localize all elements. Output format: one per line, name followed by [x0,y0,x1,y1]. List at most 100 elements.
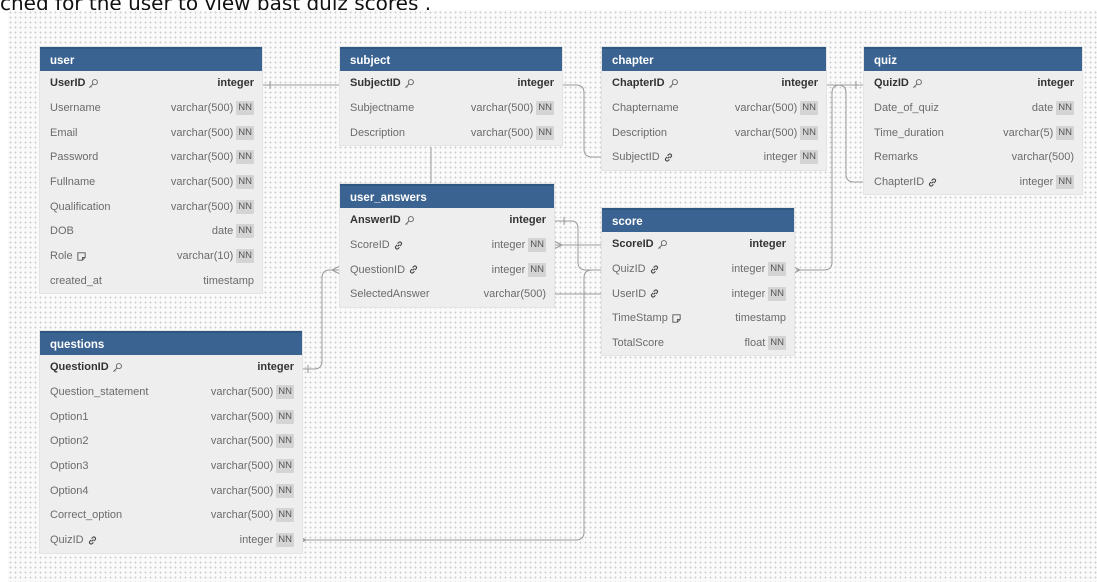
field-row[interactable]: Option1 varchar(500) NN [40,404,302,429]
field-type: varchar(5) NN [1003,125,1074,140]
field-row[interactable]: SubjectID integer NN [602,145,826,170]
field-row[interactable]: Qualification varchar(500) NN [40,194,262,219]
field-row[interactable]: Option2 varchar(500) NN [40,429,302,454]
field-row[interactable]: Fullname varchar(500) NN [40,170,262,195]
table-chapter[interactable]: chapter ChapterID integer Chaptername varcha… [602,47,826,170]
table-header[interactable]: subject [340,47,562,71]
field-row[interactable]: Option4 varchar(500) NN [40,478,302,503]
field-name-text: Qualification [50,200,111,213]
field-row[interactable]: TotalScore float NN [602,331,794,356]
field-row[interactable]: SelectedAnswer varchar(500) [340,282,554,307]
field-row[interactable]: QuestionID integer [40,355,302,380]
table-score[interactable]: score ScoreID integer QuizID integer NN UserID… [602,208,794,356]
not-null-badge: NN [276,459,294,474]
link-icon [663,152,674,163]
table-user[interactable]: user UserID integer Username varchar(500) NN E… [40,47,262,294]
link-icon [87,535,98,546]
field-row[interactable]: ChapterID integer NN [864,170,1082,195]
not-null-badge: NN [236,150,254,165]
field-name: SelectedAnswer [350,288,484,300]
field-row[interactable]: Subjectname varchar(500) NN [340,96,562,121]
field-row[interactable]: AnswerID integer [340,208,554,233]
field-row[interactable]: UserID integer [40,71,262,96]
table-user-answers[interactable]: user_answers AnswerID integer ScoreID intege… [340,184,554,307]
field-name: Remarks [874,151,1012,163]
field-type: integer NN [732,262,786,277]
field-name: Description [350,127,471,139]
table-header[interactable]: quiz [864,47,1082,71]
not-null-badge: NN [276,508,294,523]
field-type: varchar(500) NN [171,150,254,165]
field-row[interactable]: DOB date NN [40,219,262,244]
field-type-text: varchar(500) [170,102,234,115]
field-name-text: QuizID [874,77,909,90]
field-row[interactable]: Password varchar(500) NN [40,145,262,170]
field-type: varchar(10) NN [177,249,254,264]
table-questions[interactable]: questions QuestionID integer Question_state… [40,331,302,553]
field-row[interactable]: Username varchar(500) NN [40,96,262,121]
field-name: Correct_option [50,509,211,521]
field-name-text: Date_of_quiz [874,102,939,115]
field-row[interactable]: Time_duration varchar(5) NN [864,120,1082,145]
field-name: Username [50,102,171,114]
field-name: QuestionID [50,361,257,373]
field-row[interactable]: Email varchar(500) NN [40,120,262,145]
key-icon [404,78,415,89]
field-row[interactable]: created_at timestamp [40,269,262,294]
field-name: UserID [50,77,217,89]
field-row[interactable]: Role varchar(10) NN [40,244,262,269]
field-row[interactable]: QuestionID integer NN [340,257,554,282]
field-type-text: integer [731,287,766,300]
field-type-text: varchar(500) [210,410,274,423]
field-row[interactable]: Date_of_quiz date NN [864,96,1082,121]
not-null-badge: NN [528,238,546,253]
field-row[interactable]: Description varchar(500) NN [340,120,562,145]
field-row[interactable]: QuizID integer NN [602,257,794,282]
table-subject[interactable]: subject SubjectID integer Subjectname varcha… [340,47,562,146]
field-name-text: ChapterID [612,77,665,90]
field-row[interactable]: ChapterID integer [602,71,826,96]
field-type-text: varchar(500) [210,435,274,448]
field-type-text: varchar(500) [210,386,274,399]
field-row[interactable]: QuizID integer NN [40,528,302,553]
field-type: date NN [212,224,254,239]
field-name-text: Correct_option [50,509,123,522]
field-row[interactable]: UserID integer NN [602,281,794,306]
field-row[interactable]: Option3 varchar(500) NN [40,454,302,479]
field-row[interactable]: Question_statement varchar(500) NN [40,380,302,405]
field-name: ScoreID [350,239,492,251]
field-type: varchar(500) NN [211,508,294,523]
field-name: Fullname [50,176,171,188]
table-header[interactable]: user [40,47,262,71]
field-row[interactable]: Correct_option varchar(500) NN [40,503,302,528]
not-null-badge: NN [536,101,554,116]
field-type-text: varchar(5) [1003,126,1054,139]
field-row[interactable]: TimeStamp timestamp [602,306,794,331]
field-type: varchar(500) [1012,151,1074,163]
table-header[interactable]: user_answers [340,184,554,208]
field-type-text: varchar(500) [483,288,546,301]
field-type: varchar(500) NN [171,199,254,214]
field-name-text: Option4 [50,484,89,497]
field-name: TotalScore [612,337,744,349]
table-quiz[interactable]: quiz QuizID integer Date_of_quiz date NN Time_… [864,47,1082,195]
field-row[interactable]: Description varchar(500) NN [602,120,826,145]
table-header[interactable]: score [602,208,794,232]
not-null-badge: NN [236,199,254,214]
table-header[interactable]: questions [40,331,302,355]
not-null-badge: NN [768,336,786,351]
field-type-text: varchar(500) [1011,151,1074,164]
field-name: QuizID [50,534,240,546]
field-name: Role [50,250,177,262]
field-row[interactable]: ScoreID integer NN [340,233,554,258]
field-row[interactable]: Remarks varchar(500) [864,145,1082,170]
table-header[interactable]: chapter [602,47,826,71]
field-name: Option4 [50,485,211,497]
field-name-text: Chaptername [612,102,679,115]
field-row[interactable]: Chaptername varchar(500) NN [602,96,826,121]
field-row[interactable]: ScoreID integer [602,232,794,257]
field-row[interactable]: SubjectID integer [340,71,562,96]
link-icon [649,264,660,275]
field-type-text: integer [763,151,798,164]
field-row[interactable]: QuizID integer [864,71,1082,96]
